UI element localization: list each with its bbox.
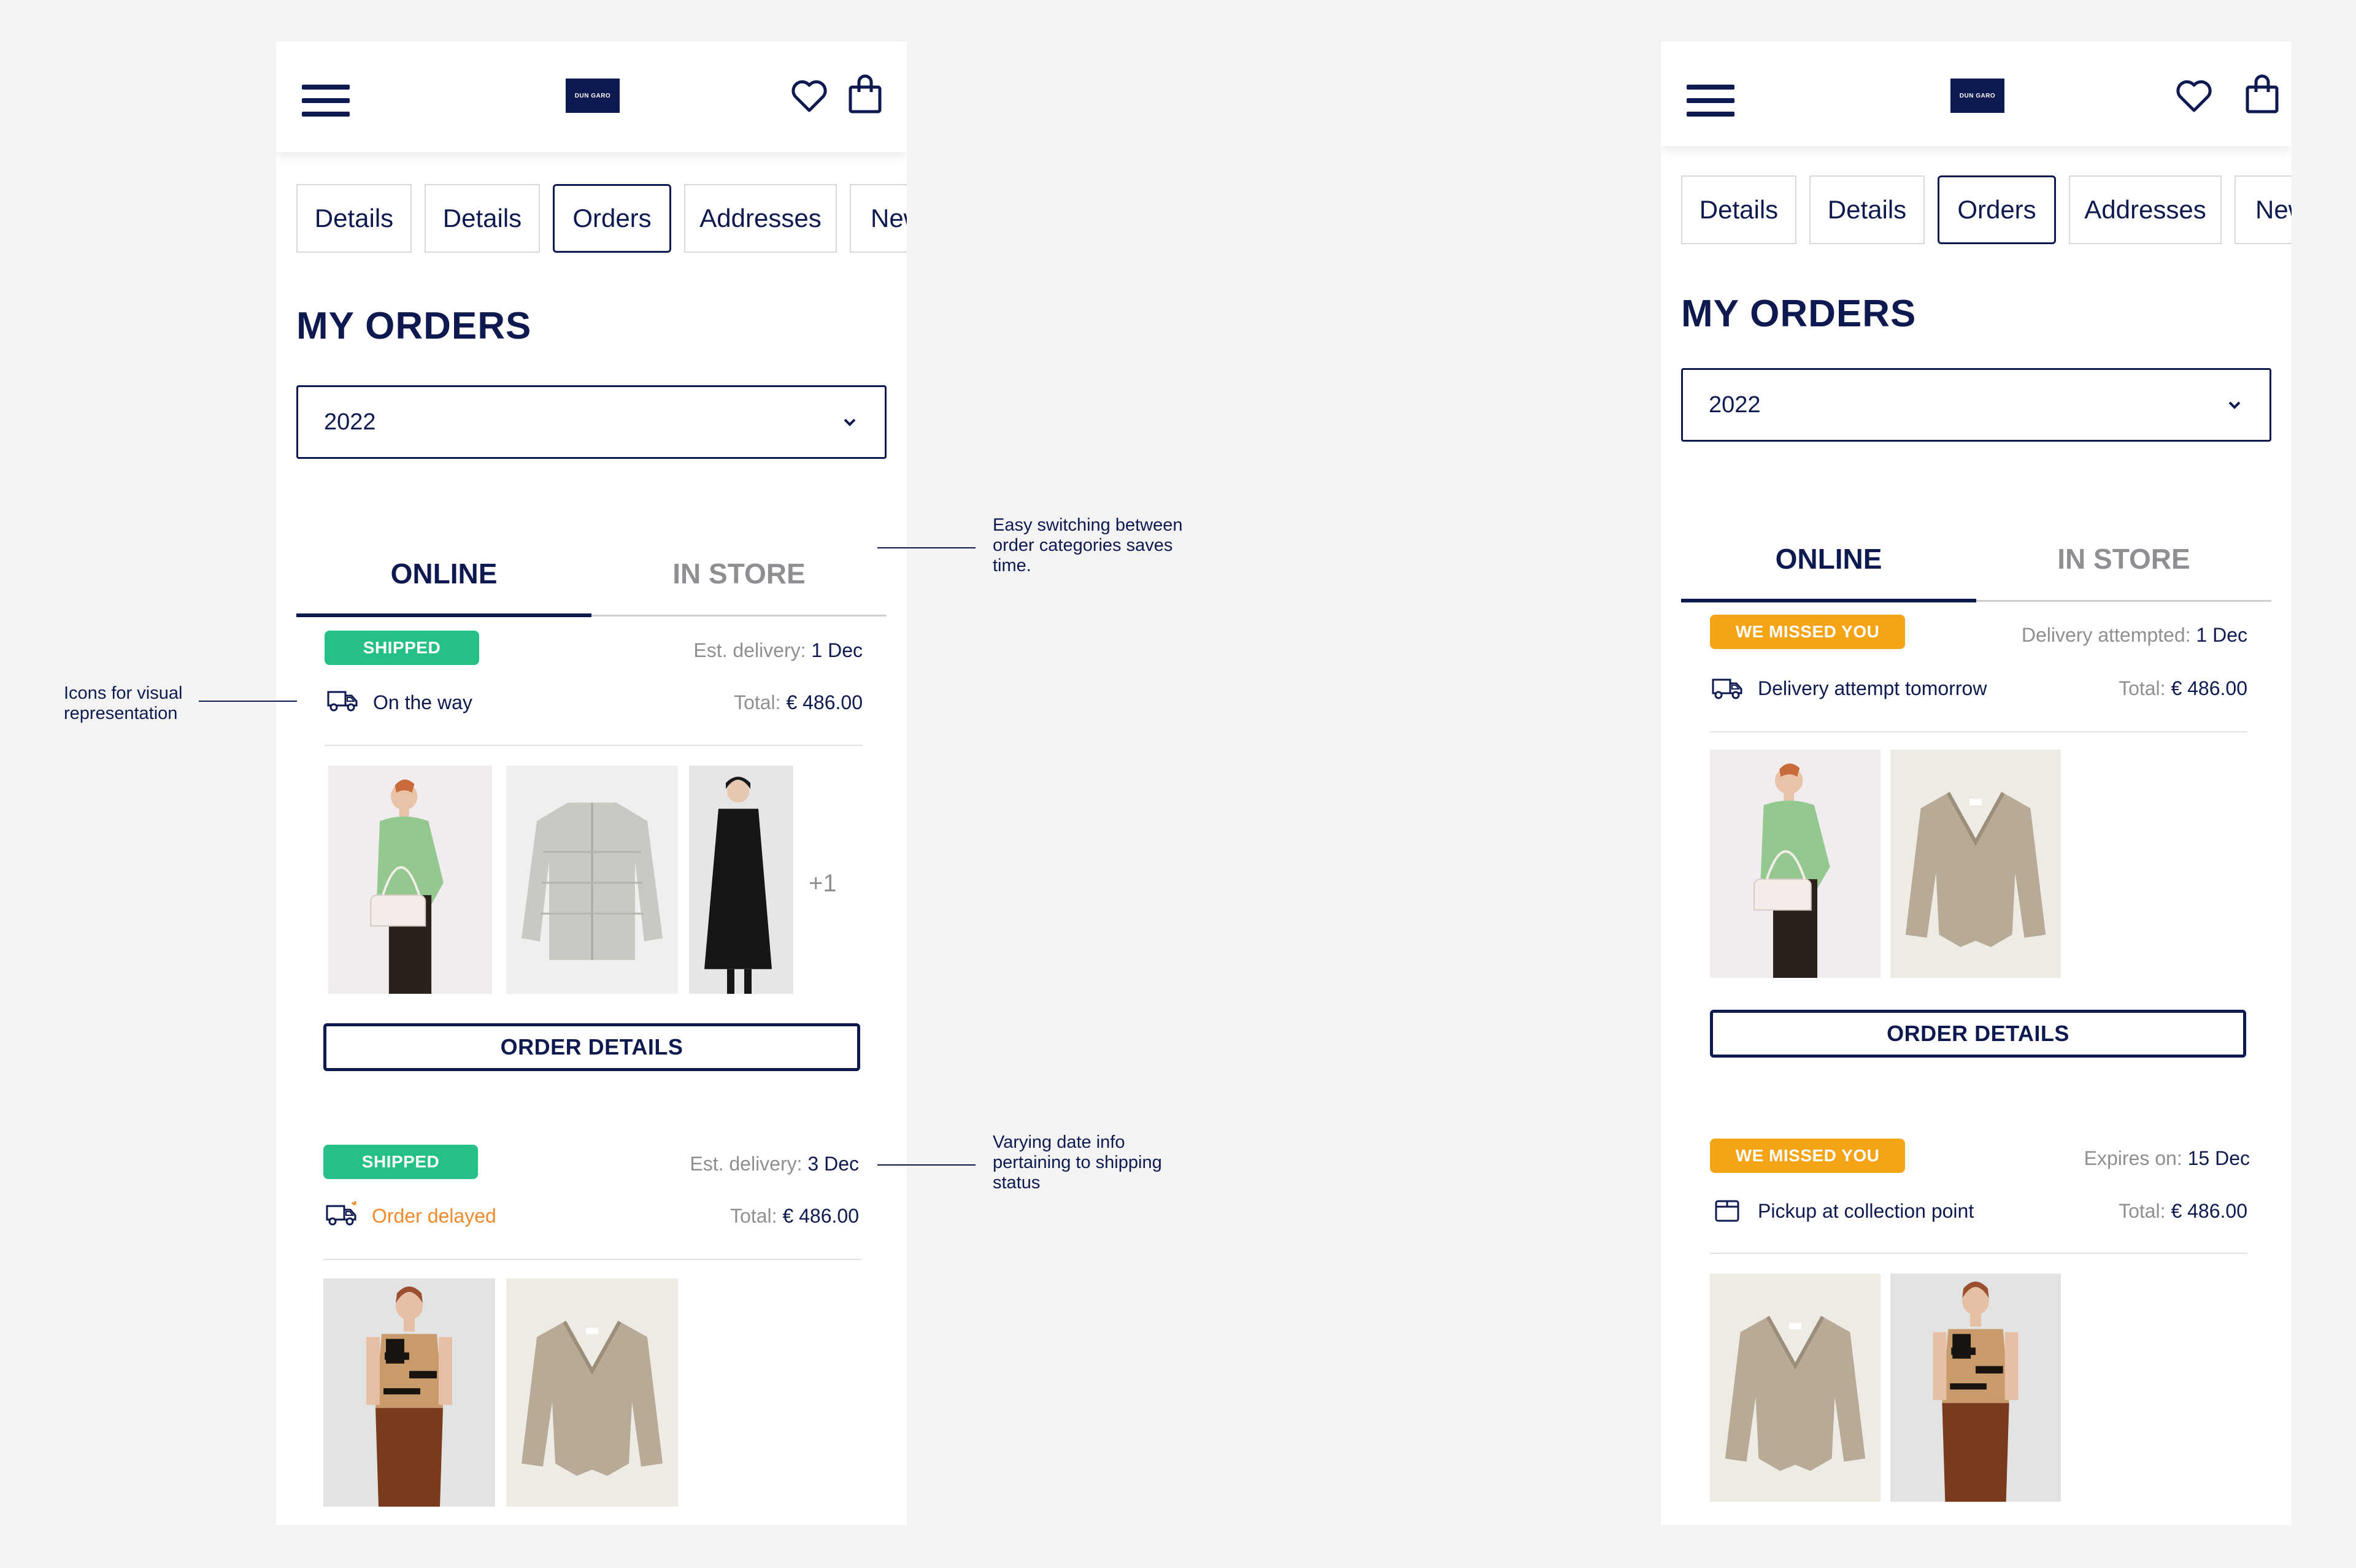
divider <box>1710 731 2247 732</box>
tab-details-2[interactable]: Details <box>1809 175 1925 244</box>
delivery-date: Est. delivery: 1 Dec <box>693 639 863 661</box>
segment-in-store[interactable]: IN STORE <box>591 557 887 590</box>
year-select[interactable]: 2022 <box>296 385 887 459</box>
divider <box>325 745 863 746</box>
status-badge: SHIPPED <box>325 631 479 665</box>
annotation-switching: Easy switching between order categories … <box>993 515 1183 575</box>
account-tabs: Details Details Orders Addresses New <box>1681 175 2292 244</box>
heart-icon[interactable] <box>2175 77 2213 115</box>
year-select-value: 2022 <box>1709 391 1761 418</box>
app-header: DUN GARO <box>1661 42 2292 146</box>
tab-orders[interactable]: Orders <box>1938 175 2056 244</box>
delivery-date: Delivery attempted: 1 Dec <box>2021 624 2247 646</box>
phone-screen-orders: DUN GARO Details Details Orders Addresse… <box>276 42 907 1525</box>
tab-orders[interactable]: Orders <box>553 184 671 253</box>
product-image[interactable] <box>323 1278 495 1507</box>
page-title: MY ORDERS <box>1681 293 1917 335</box>
delivery-date: Est. delivery: 3 Dec <box>690 1153 859 1175</box>
order-total: Total: € 486.00 <box>730 1205 859 1227</box>
account-tabs: Details Details Orders Addresses New <box>296 184 907 253</box>
package-icon <box>1711 1197 1743 1223</box>
chevron-down-icon <box>844 418 856 426</box>
shopping-bag-icon[interactable] <box>847 74 884 114</box>
expiry-date: Expires on: 15 Dec <box>2084 1147 2250 1169</box>
order-category-switch: ONLINE IN STORE <box>1681 542 2271 604</box>
heart-icon[interactable] <box>790 77 828 115</box>
divider <box>1710 1253 2247 1254</box>
tab-new[interactable]: New <box>2235 175 2292 244</box>
chevron-down-icon <box>2228 401 2241 409</box>
product-image[interactable] <box>689 766 793 994</box>
year-select-value: 2022 <box>324 409 376 435</box>
status-badge: WE MISSED YOU <box>1710 1139 1905 1173</box>
page-title: MY ORDERS <box>296 305 532 347</box>
product-image[interactable] <box>506 1278 678 1507</box>
segment-online[interactable]: ONLINE <box>296 557 591 590</box>
order-details-button[interactable]: ORDER DETAILS <box>323 1023 860 1071</box>
truck-delayed-icon <box>325 1201 356 1227</box>
phone-screen-orders-missed: DUN GARO Details Details Orders Addresse… <box>1661 42 2292 1525</box>
product-image[interactable] <box>1890 750 2061 978</box>
tab-addresses[interactable]: Addresses <box>2069 175 2222 244</box>
truck-icon <box>1711 675 1743 701</box>
shopping-bag-icon[interactable] <box>2244 74 2281 114</box>
tab-details[interactable]: Details <box>1681 175 1796 244</box>
more-items-count[interactable]: +1 <box>809 870 837 897</box>
annotation-icons: Icons for visual representation <box>64 683 183 723</box>
annotation-dates: Varying date info pertaining to shipping… <box>993 1132 1162 1193</box>
segment-active-indicator <box>1681 599 1976 602</box>
segment-underline <box>1976 600 2271 602</box>
order-status: On the way <box>373 691 472 713</box>
tab-addresses[interactable]: Addresses <box>684 184 837 253</box>
order-category-switch: ONLINE IN STORE <box>296 557 887 618</box>
product-image[interactable] <box>506 766 678 994</box>
product-image[interactable] <box>1710 750 1881 978</box>
segment-active-indicator <box>296 613 591 617</box>
annotation-connector <box>877 547 976 548</box>
tab-details[interactable]: Details <box>296 184 412 253</box>
divider <box>323 1259 861 1260</box>
segment-in-store[interactable]: IN STORE <box>1976 542 2271 575</box>
order-status: Pickup at collection point <box>1758 1200 1974 1222</box>
hamburger-icon[interactable] <box>1687 85 1734 117</box>
annotation-connector <box>199 701 297 702</box>
brand-logo[interactable]: DUN GARO <box>566 79 620 113</box>
product-image[interactable] <box>1710 1274 1881 1502</box>
order-total: Total: € 486.00 <box>2119 677 2247 699</box>
annotation-connector <box>877 1164 976 1166</box>
order-total: Total: € 486.00 <box>734 691 863 713</box>
segment-underline <box>591 615 887 617</box>
order-details-button[interactable]: ORDER DETAILS <box>1710 1010 2246 1058</box>
segment-online[interactable]: ONLINE <box>1681 542 1976 575</box>
tab-new[interactable]: New <box>850 184 907 253</box>
product-image[interactable] <box>1890 1274 2061 1502</box>
status-badge: SHIPPED <box>323 1145 478 1179</box>
app-header: DUN GARO <box>276 42 907 152</box>
product-image[interactable] <box>328 766 492 994</box>
order-status: Delivery attempt tomorrow <box>1758 677 1987 699</box>
order-total: Total: € 486.00 <box>2119 1200 2247 1222</box>
truck-icon <box>326 687 358 713</box>
brand-logo[interactable]: DUN GARO <box>1950 79 2004 113</box>
year-select[interactable]: 2022 <box>1681 368 2271 442</box>
tab-details-2[interactable]: Details <box>425 184 540 253</box>
status-badge: WE MISSED YOU <box>1710 615 1905 649</box>
hamburger-icon[interactable] <box>302 85 350 117</box>
order-status: Order delayed <box>372 1205 496 1227</box>
